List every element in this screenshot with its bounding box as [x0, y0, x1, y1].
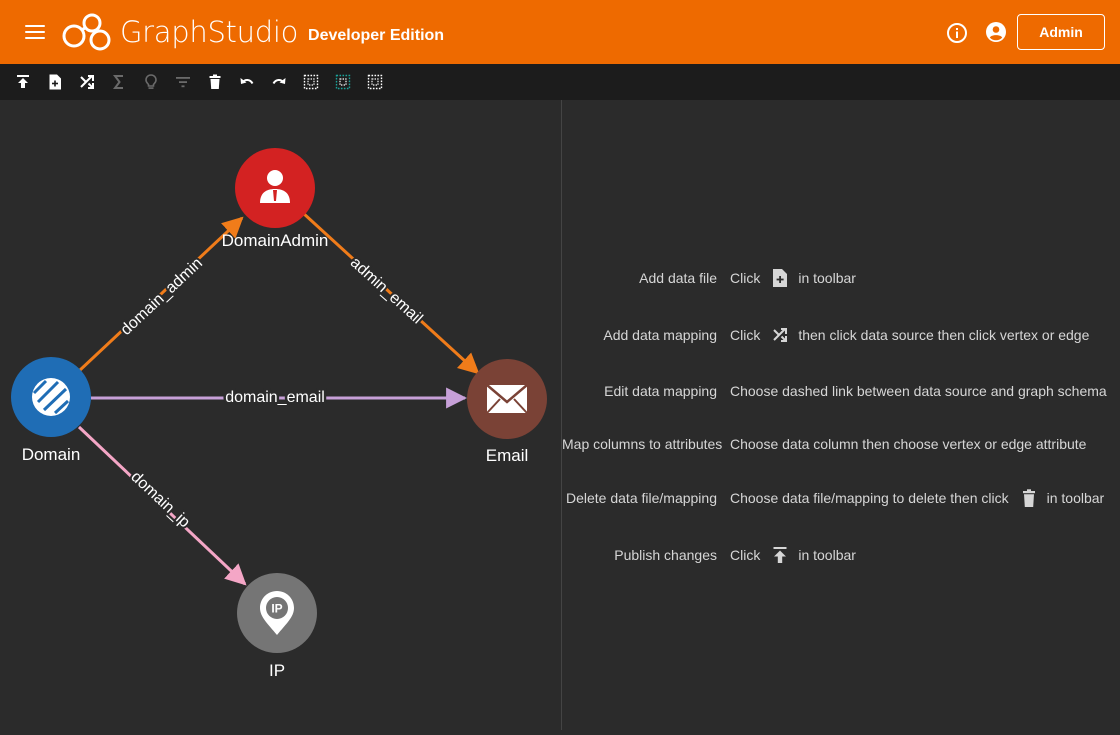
help-label: Add data mapping — [603, 327, 717, 343]
help-row-edit-data-mapping: Edit data mapping Choose dashed link bet… — [562, 379, 1120, 403]
select-vertices-icon — [335, 74, 351, 90]
vertex-ip[interactable]: IP IP — [237, 573, 317, 680]
edge-label: domain_ip — [127, 468, 193, 531]
filter-button[interactable] — [167, 64, 199, 100]
app-header: GraphStudio Developer Edition Admin — [0, 0, 1120, 64]
select-vertices-button[interactable] — [327, 64, 359, 100]
help-text: Click — [730, 327, 761, 343]
account-icon[interactable] — [985, 21, 1007, 43]
domain-icon — [32, 378, 70, 416]
vertex-label: Domain — [22, 445, 81, 464]
brand-edition: Developer Edition — [308, 27, 445, 44]
help-text: Click — [730, 547, 761, 563]
vertex-domain[interactable]: Domain — [11, 357, 91, 464]
select-edges-icon — [367, 74, 383, 90]
help-text: Choose data column then choose vertex or… — [730, 436, 1087, 452]
help-row-publish: Publish changes Click in toolbar — [562, 543, 1120, 567]
select-all-icon — [303, 74, 319, 90]
help-row-map-columns: Map columns to attributes Choose data co… — [562, 432, 1120, 456]
trash-icon — [1019, 487, 1039, 509]
vertex-label: IP — [269, 661, 285, 680]
add-file-icon — [49, 74, 61, 90]
brand-name: GraphStudio — [120, 15, 299, 49]
help-row-add-data-mapping: Add data mapping Click then click data s… — [562, 323, 1120, 347]
vertex-label: DomainAdmin — [222, 231, 329, 250]
lightbulb-icon — [145, 74, 157, 89]
add-data-file-button[interactable] — [39, 64, 71, 100]
toolbar — [0, 64, 1120, 100]
help-row-add-data-file: Add data file Click in toolbar — [562, 266, 1120, 290]
vertex-email[interactable]: Email — [467, 359, 547, 465]
select-all-button[interactable] — [295, 64, 327, 100]
help-label: Delete data file/mapping — [566, 490, 717, 506]
menu-icon-bar — [25, 31, 45, 33]
help-panel: Add data file Click in toolbar Add data … — [562, 100, 1120, 730]
info-icon[interactable] — [946, 22, 968, 44]
help-label: Edit data mapping — [604, 383, 717, 399]
undo-icon — [240, 78, 254, 85]
publish-icon — [770, 544, 790, 566]
map-data-button[interactable] — [71, 64, 103, 100]
help-text: in toolbar — [798, 270, 856, 286]
edge-label: admin_email — [347, 254, 426, 327]
help-row-delete: Delete data file/mapping Choose data fil… — [562, 486, 1120, 510]
help-text: Choose data file/mapping to delete then … — [730, 490, 1009, 506]
redo-button[interactable] — [263, 64, 295, 100]
trash-icon — [209, 74, 221, 89]
menu-icon-bar — [25, 37, 45, 39]
delete-button[interactable] — [199, 64, 231, 100]
shuffle-icon — [80, 75, 94, 89]
edge-label: domain_admin — [118, 255, 206, 339]
suggestion-button[interactable] — [135, 64, 167, 100]
sigma-button[interactable] — [103, 64, 135, 100]
undo-button[interactable] — [231, 64, 263, 100]
publish-icon — [17, 75, 29, 88]
help-label: Publish changes — [614, 547, 717, 563]
brand: GraphStudio Developer Edition — [62, 12, 444, 52]
help-text: then click data source then click vertex… — [798, 327, 1090, 343]
edge-domain-admin[interactable]: domain_admin — [77, 216, 244, 373]
redo-icon — [272, 78, 286, 85]
vertex-label: Email — [486, 446, 529, 465]
edge-domain-email[interactable]: domain_email — [91, 387, 468, 409]
help-text: in toolbar — [1046, 490, 1105, 506]
vertex-domainadmin[interactable]: DomainAdmin — [222, 148, 329, 250]
edge-admin-email[interactable]: admin_email — [301, 211, 480, 375]
help-text: in toolbar — [798, 547, 856, 563]
help-text: Choose dashed link between data source a… — [730, 383, 1107, 399]
sigma-icon — [113, 75, 123, 89]
help-label: Add data file — [639, 270, 717, 286]
svg-text:IP: IP — [271, 602, 282, 616]
schema-graph[interactable]: domain_admin admin_email domain_email do… — [0, 100, 561, 730]
publish-button[interactable] — [7, 64, 39, 100]
graphstudio-logo-icon — [62, 13, 111, 51]
admin-button[interactable]: Admin — [1017, 14, 1105, 50]
edge-label: domain_email — [225, 389, 325, 406]
envelope-icon — [486, 384, 528, 414]
menu-button[interactable] — [23, 20, 47, 44]
graph-canvas[interactable]: domain_admin admin_email domain_email do… — [0, 100, 561, 730]
help-text: Click — [730, 270, 761, 286]
add-file-icon — [770, 267, 790, 289]
menu-icon-bar — [25, 25, 45, 27]
select-edges-button[interactable] — [359, 64, 391, 100]
edge-domain-ip[interactable]: domain_ip — [77, 425, 247, 586]
help-label: Map columns to attributes — [562, 436, 723, 452]
filter-icon — [176, 77, 190, 88]
shuffle-icon — [770, 324, 790, 346]
